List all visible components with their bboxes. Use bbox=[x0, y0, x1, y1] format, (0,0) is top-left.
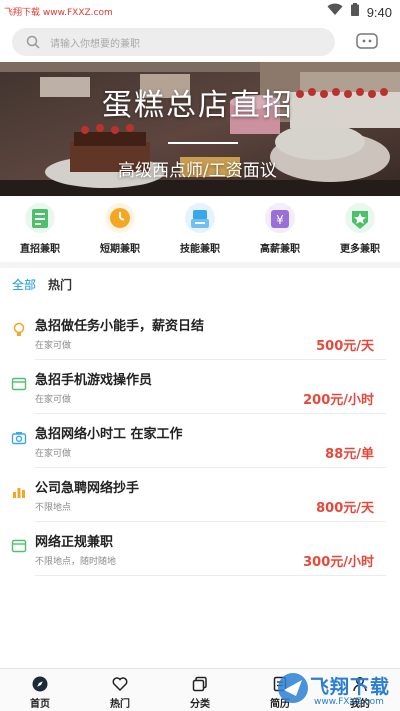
nav-label: 分类 bbox=[190, 699, 210, 710]
job-location: 不限地点，随时随地 bbox=[35, 557, 117, 567]
svg-text:¥: ¥ bbox=[276, 213, 284, 227]
layers-icon bbox=[192, 676, 208, 692]
job-pay: 800元/天 bbox=[316, 501, 374, 516]
banner-divider bbox=[168, 142, 238, 144]
job-title: 急招网络小时工 在家工作 bbox=[35, 427, 183, 442]
nav-hot[interactable]: 热门 bbox=[80, 669, 160, 711]
category-skills[interactable]: 技能兼职 bbox=[160, 202, 240, 262]
category-row: 直招兼职 短期兼职 技能兼职 ¥ 高薪兼职 更多兼职 bbox=[0, 202, 400, 262]
job-list-item[interactable]: 公司急聘网络抄手 不限地点 800元/天 bbox=[0, 468, 400, 522]
status-time: 9:40 bbox=[366, 4, 392, 20]
watermark-text: 飞翔下载 www.FXXZ.com bbox=[4, 8, 113, 18]
clock-icon bbox=[101, 202, 139, 234]
job-list-item[interactable]: 网络正规兼职 不限地点，随时随地 300元/小时 bbox=[0, 522, 400, 576]
job-list-item[interactable]: 急招网络小时工 在家工作 在家可做 88元/单 bbox=[0, 414, 400, 468]
search-placeholder: 请输入你想要的兼职 bbox=[50, 38, 140, 50]
job-pay: 300元/小时 bbox=[303, 555, 374, 570]
logo-text: 飞翔下载 bbox=[310, 676, 391, 698]
search-row: 请输入你想要的兼职 bbox=[0, 24, 400, 60]
job-title: 公司急聘网络抄手 bbox=[35, 481, 140, 496]
search-icon bbox=[26, 35, 40, 49]
category-label: 高薪兼职 bbox=[260, 244, 300, 255]
card-icon bbox=[11, 376, 27, 392]
category-label: 短期兼职 bbox=[100, 244, 140, 255]
logo-url: www.FXXZ.com bbox=[314, 697, 384, 707]
category-short-term[interactable]: 短期兼职 bbox=[80, 202, 160, 262]
heart-icon bbox=[112, 676, 128, 692]
nav-home[interactable]: 首页 bbox=[0, 669, 80, 711]
category-direct-hire[interactable]: 直招兼职 bbox=[0, 202, 80, 262]
bar-chart-icon bbox=[11, 484, 27, 500]
watermark-logo: 飞翔下载 www.FXXZ.com bbox=[276, 666, 394, 711]
job-location: 不限地点 bbox=[35, 503, 72, 513]
logo-icon bbox=[278, 673, 308, 703]
card-icon bbox=[11, 538, 27, 554]
category-high-pay[interactable]: ¥ 高薪兼职 bbox=[240, 202, 320, 262]
nav-label: 首页 bbox=[30, 699, 50, 710]
status-bar: 飞翔下载 www.FXXZ.com 9:40 bbox=[0, 0, 400, 22]
job-location: 在家可做 bbox=[35, 449, 72, 459]
job-title: 急招手机游戏操作员 bbox=[35, 373, 153, 388]
job-pay: 200元/小时 bbox=[303, 393, 374, 408]
nav-category[interactable]: 分类 bbox=[160, 669, 240, 711]
banner-title: 蛋糕总店直招 bbox=[102, 88, 294, 123]
battery-icon bbox=[350, 3, 359, 21]
yen-icon: ¥ bbox=[261, 202, 299, 234]
job-title: 网络正规兼职 bbox=[35, 535, 114, 550]
tab-all[interactable]: 全部 bbox=[12, 276, 36, 296]
category-label: 直招兼职 bbox=[20, 244, 60, 255]
promo-banner[interactable]: 蛋糕总店直招 高级西点师/工资面议 bbox=[0, 62, 400, 196]
document-icon bbox=[21, 202, 59, 234]
category-more[interactable]: 更多兼职 bbox=[320, 202, 400, 262]
category-label: 技能兼职 bbox=[180, 244, 220, 255]
lightbulb-icon bbox=[11, 322, 27, 338]
banner-subtitle: 高级西点师/工资面议 bbox=[118, 161, 277, 181]
skills-icon bbox=[181, 202, 219, 234]
job-pay: 88元/单 bbox=[325, 447, 374, 462]
job-pay: 500元/天 bbox=[316, 339, 374, 354]
status-indicators: 9:40 bbox=[327, 3, 392, 21]
nav-label: 热门 bbox=[110, 699, 130, 710]
compass-icon bbox=[32, 676, 48, 692]
job-title: 急招做任务小能手，薪资日结 bbox=[35, 319, 205, 334]
star-icon bbox=[341, 202, 379, 234]
tab-hot[interactable]: 热门 bbox=[48, 276, 72, 296]
job-list-item[interactable]: 急招做任务小能手，薪资日结 在家可做 500元/天 bbox=[0, 306, 400, 360]
category-label: 更多兼职 bbox=[340, 244, 380, 255]
filter-tabs: 全部 热门 bbox=[12, 276, 72, 296]
camera-icon bbox=[11, 430, 27, 446]
job-location: 在家可做 bbox=[35, 341, 72, 351]
job-divider bbox=[35, 575, 386, 576]
job-location: 在家可做 bbox=[35, 395, 72, 405]
message-icon[interactable] bbox=[356, 33, 378, 51]
wifi-icon bbox=[327, 3, 343, 21]
search-input[interactable]: 请输入你想要的兼职 bbox=[12, 28, 335, 56]
job-list-item[interactable]: 急招手机游戏操作员 在家可做 200元/小时 bbox=[0, 360, 400, 414]
job-list: 急招做任务小能手，薪资日结 在家可做 500元/天 急招手机游戏操作员 在家可做… bbox=[0, 306, 400, 576]
section-divider bbox=[0, 262, 400, 268]
